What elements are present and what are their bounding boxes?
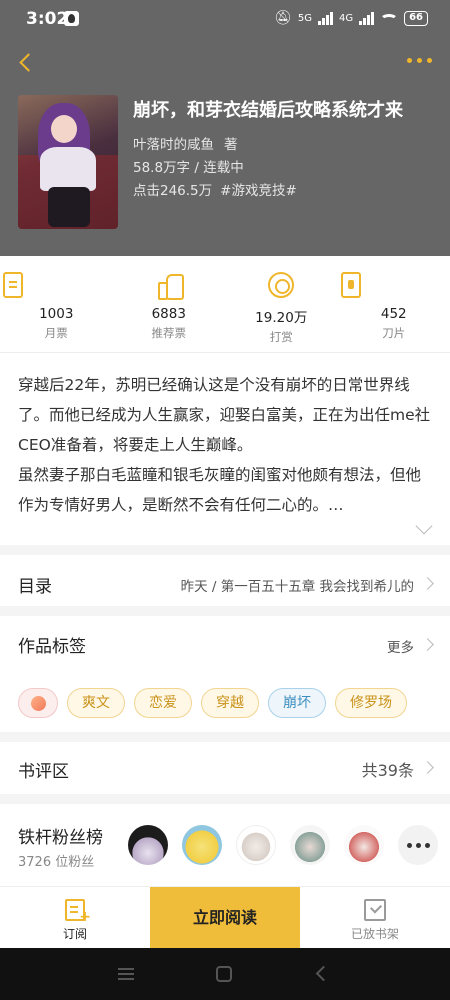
fans-title: 铁杆粉丝榜	[18, 828, 103, 848]
book-header: 崩坏，和芽衣结婚后攻略系统才来 叶落时的咸鱼著 58.8万字 / 连载中 点击2…	[0, 38, 450, 256]
synopsis-paragraph: 虽然妻子那白毛蓝瞳和银毛灰瞳的闺蜜对他颇有想法，但他作为专情好男人，是断然不会有…	[18, 466, 422, 514]
more-options-icon[interactable]	[407, 58, 432, 63]
genre-tag[interactable]: #游戏竞技#	[220, 183, 297, 199]
chevron-right-icon[interactable]	[421, 638, 434, 651]
click-count: 点击246.5万	[133, 183, 213, 199]
stat-value: 19.20万	[255, 310, 308, 326]
fan-avatar[interactable]	[344, 825, 384, 865]
fans-avatars[interactable]	[128, 825, 438, 865]
latest-chapter[interactable]: 昨天 / 第一百五十五章 我会找到希儿的	[181, 575, 414, 595]
reviews-count: 共39条	[361, 761, 414, 780]
signal-icon	[317, 11, 333, 25]
reviews-title: 书评区	[18, 762, 69, 782]
tags-row: 作品标签 更多	[0, 616, 450, 676]
more-fans-icon[interactable]	[398, 825, 438, 865]
network-4g-label: 4G	[338, 12, 354, 24]
fan-avatar[interactable]	[236, 825, 276, 865]
chevron-right-icon	[421, 577, 434, 590]
chevron-right-icon	[421, 761, 434, 774]
qq-notification-icon	[64, 11, 79, 26]
subscribe-button[interactable]: 订阅	[0, 887, 150, 949]
tag-chip[interactable]: 穿越	[201, 688, 259, 718]
read-now-button[interactable]: 立即阅读	[150, 887, 300, 949]
coin-icon	[268, 272, 295, 298]
stat-value: 452	[380, 306, 407, 322]
in-shelf-label: 已放书架	[350, 927, 399, 941]
book-title: 崩坏，和芽衣结婚后攻略系统才来	[133, 100, 403, 121]
thumbs-up-icon	[156, 272, 184, 300]
book-author[interactable]: 叶落时的咸鱼著	[133, 133, 238, 153]
synopsis-paragraph: 穿越后22年，苏明已经确认这是个没有崩坏的日常世界线了。而他已经成为人生赢家，迎…	[18, 376, 431, 454]
section-divider	[0, 606, 450, 616]
fan-avatar[interactable]	[290, 825, 330, 865]
system-nav-bar	[0, 948, 450, 1000]
stat-value: 6883	[151, 306, 186, 322]
tag-chip[interactable]: 爽文	[67, 688, 125, 718]
section-divider	[0, 545, 450, 555]
tag-chip[interactable]: 修罗场	[335, 688, 407, 718]
ticket-icon	[3, 272, 23, 298]
stat-recommend-ticket[interactable]: 6883 推荐票	[113, 256, 226, 352]
subscribe-icon	[65, 899, 91, 925]
book-cover[interactable]	[18, 95, 118, 229]
tag-list: 爽文 恋爱 穿越 崩坏 修罗场	[18, 688, 407, 718]
shelf-check-icon	[364, 899, 386, 921]
tag-chip[interactable]: 崩坏	[268, 688, 326, 718]
author-name[interactable]: 叶落时的咸鱼	[133, 137, 214, 153]
tags-more-link[interactable]: 更多	[387, 636, 414, 656]
toc-title: 目录	[18, 577, 52, 597]
reviews-row[interactable]: 书评区 共39条	[0, 742, 450, 802]
section-divider	[0, 794, 450, 804]
divider	[0, 352, 450, 353]
stat-label: 推荐票	[151, 326, 187, 340]
mute-icon: 🔕︎	[274, 10, 292, 26]
section-divider	[0, 732, 450, 742]
subscribe-label: 订阅	[62, 927, 87, 941]
expand-chevron-icon[interactable]	[415, 517, 433, 535]
back-arrow-icon[interactable]	[14, 52, 38, 76]
stat-reward[interactable]: 19.20万 打赏	[225, 256, 338, 352]
battery-icon: 66	[404, 10, 428, 26]
book-stats: 1003 月票 6883 推荐票 19.20万 打赏 452 刀片	[0, 256, 450, 352]
recent-apps-icon[interactable]	[118, 968, 134, 980]
system-back-icon[interactable]	[315, 965, 332, 982]
stat-label: 刀片	[382, 326, 406, 340]
book-clicks: 点击246.5万 #游戏竞技#	[133, 179, 297, 199]
signal-icon-2	[359, 11, 375, 25]
status-indicators: 🔕︎ 5G 4G 66	[274, 10, 428, 26]
tag-chip[interactable]: 恋爱	[134, 688, 192, 718]
peach-tag-icon[interactable]	[18, 688, 58, 718]
author-suffix: 著	[224, 137, 238, 153]
book-synopsis[interactable]: 穿越后22年，苏明已经确认这是个没有崩坏的日常世界线了。而他已经成为人生赢家，迎…	[18, 370, 434, 520]
stat-value: 1003	[39, 306, 74, 322]
tags-title: 作品标签	[18, 637, 86, 657]
stat-label: 打赏	[269, 330, 293, 344]
status-bar: 3:02 🔕︎ 5G 4G 66	[0, 0, 450, 38]
wifi-icon	[380, 14, 399, 26]
in-shelf-button[interactable]: 已放书架	[300, 887, 450, 949]
network-5g-label: 5G	[297, 12, 312, 24]
stat-label: 月票	[44, 326, 68, 340]
blade-card-icon	[340, 272, 361, 298]
bottom-action-bar: 订阅 立即阅读 已放书架	[0, 886, 450, 949]
stat-blade[interactable]: 452 刀片	[338, 256, 450, 352]
home-icon[interactable]	[216, 966, 232, 982]
fan-avatar[interactable]	[128, 825, 168, 865]
stat-monthly-ticket[interactable]: 1003 月票	[0, 256, 113, 352]
fan-avatar[interactable]	[182, 825, 222, 865]
fans-count: 3726 位粉丝	[18, 855, 95, 870]
status-time: 3:02	[26, 9, 69, 29]
book-wordcount-status: 58.8万字 / 连载中	[133, 160, 244, 176]
